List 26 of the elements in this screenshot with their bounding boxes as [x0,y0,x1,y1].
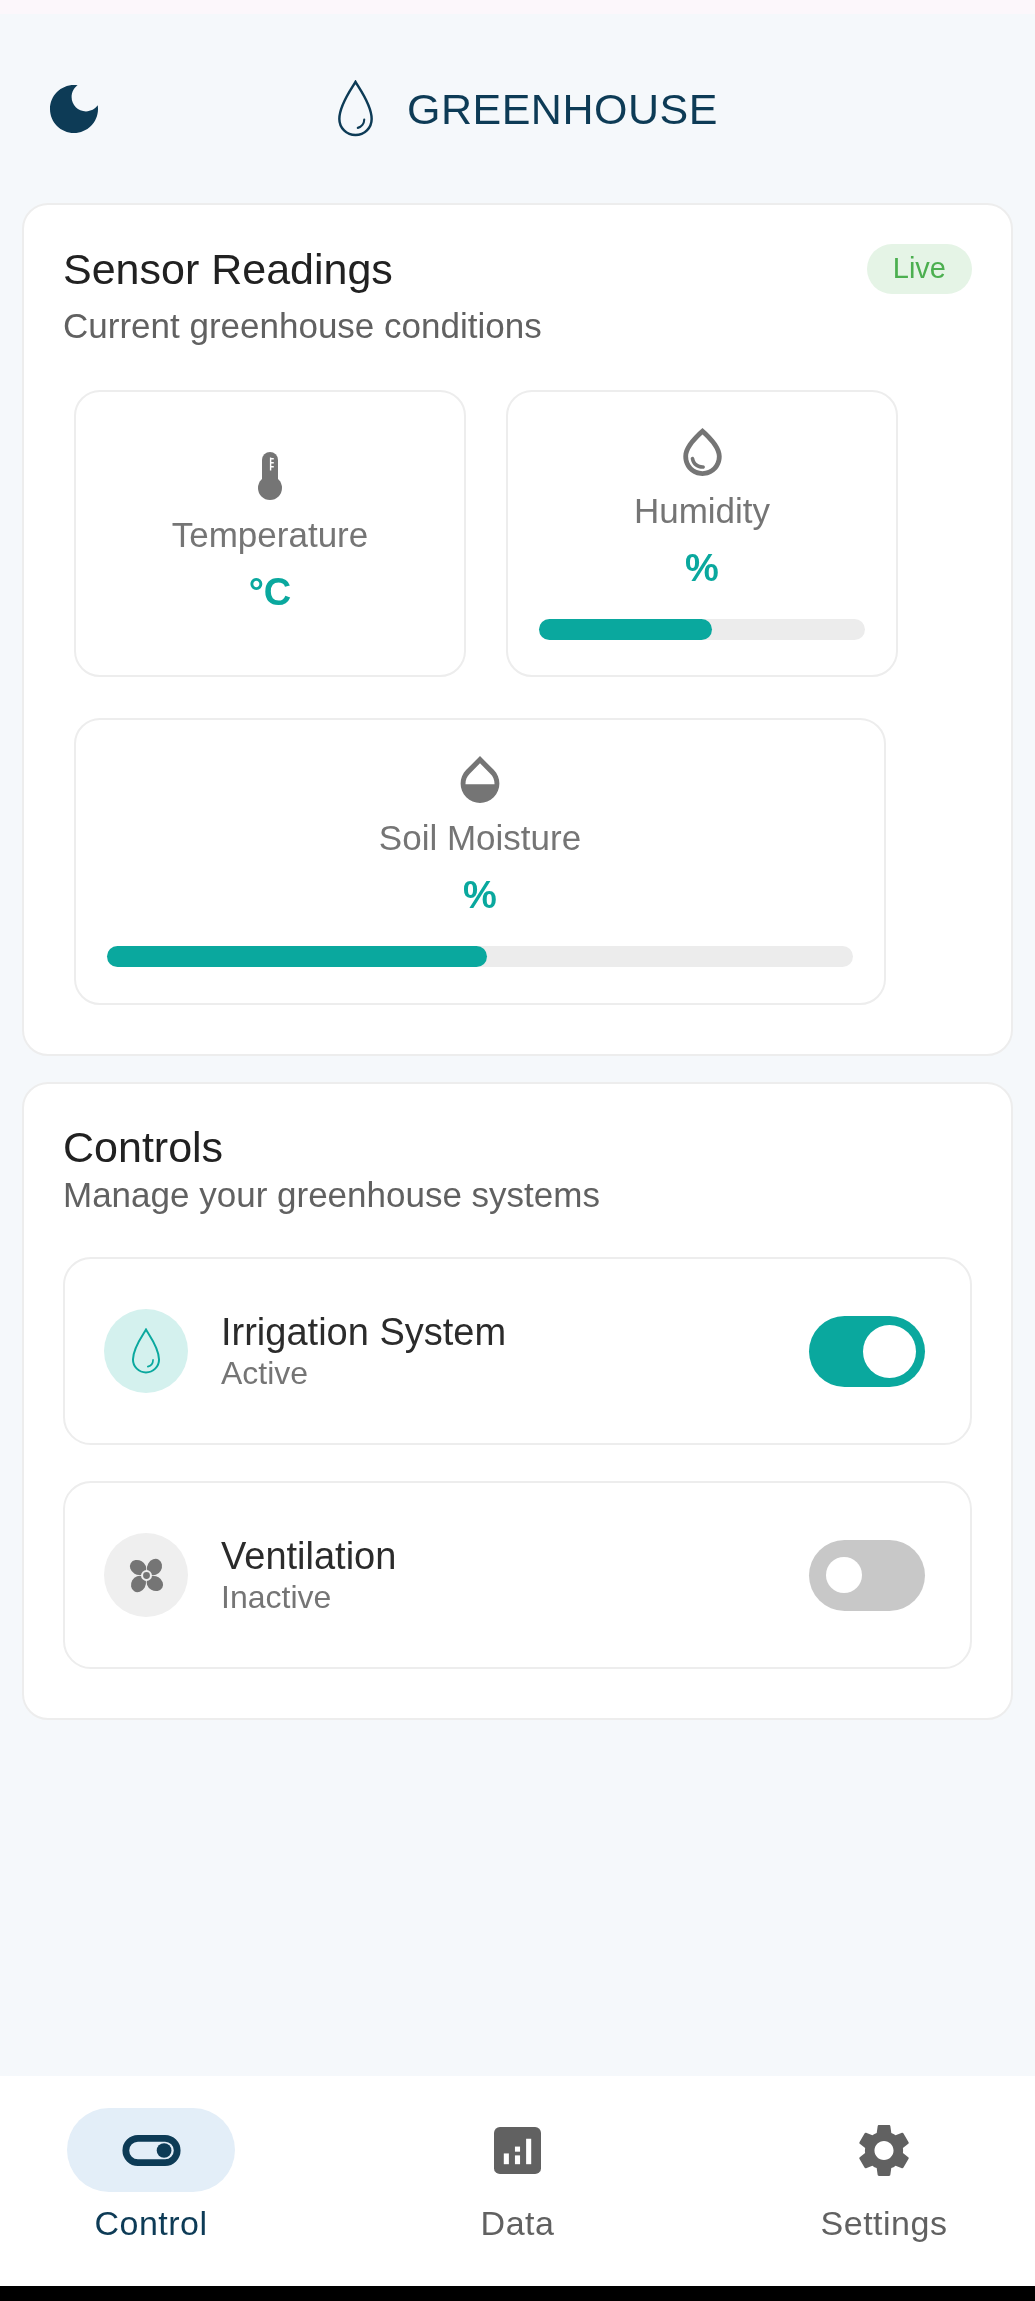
nav-tab[interactable]: Data [433,2108,602,2243]
settings-icon [859,2123,909,2177]
card-title: Controls [63,1122,225,1173]
water-drop-icon [682,427,722,476]
sensor-value: % [463,873,497,918]
control-name: Ventilation [221,1534,398,1578]
sensor-value: % [685,545,719,591]
sensor-value: °C [248,570,292,615]
control-status: Inactive [221,1578,333,1616]
toggle-icon [121,2134,181,2166]
live-badge: Live [866,244,972,294]
card-title: Sensor Readings [63,244,393,295]
control-status: Active [221,1354,310,1392]
card-subtitle: Manage your greenhouse systems [63,1174,601,1216]
sensor-label: Humidity [633,489,771,532]
thermometer-icon [258,452,282,500]
sensor-label: Soil Moisture [378,817,582,859]
app-title: GREENHOUSE [407,83,718,135]
moon-icon[interactable] [50,84,98,133]
nav-tab[interactable]: Settings [800,2108,968,2243]
half-filled-drop-icon [460,756,500,803]
sensor-label: Temperature [171,514,369,556]
control-name: Irrigation System [221,1310,508,1354]
water-drop-icon [337,80,374,137]
bar-chart-icon [494,2126,541,2174]
card-subtitle: Current greenhouse conditions [63,305,543,347]
